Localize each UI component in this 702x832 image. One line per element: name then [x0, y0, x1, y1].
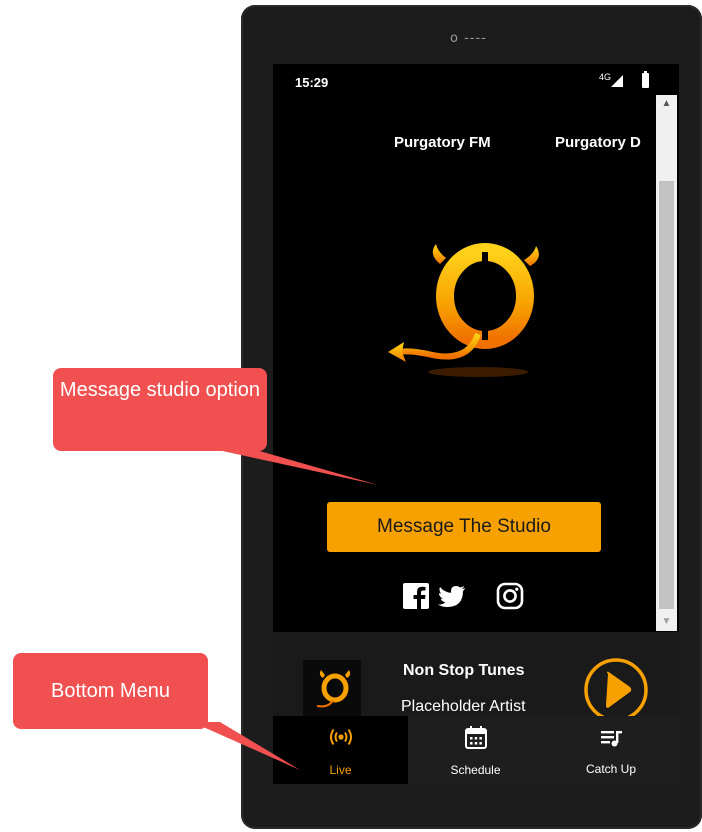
- callout-bottom-menu: Bottom Menu: [13, 653, 208, 729]
- callout-message-studio: Message studio option: [53, 368, 267, 451]
